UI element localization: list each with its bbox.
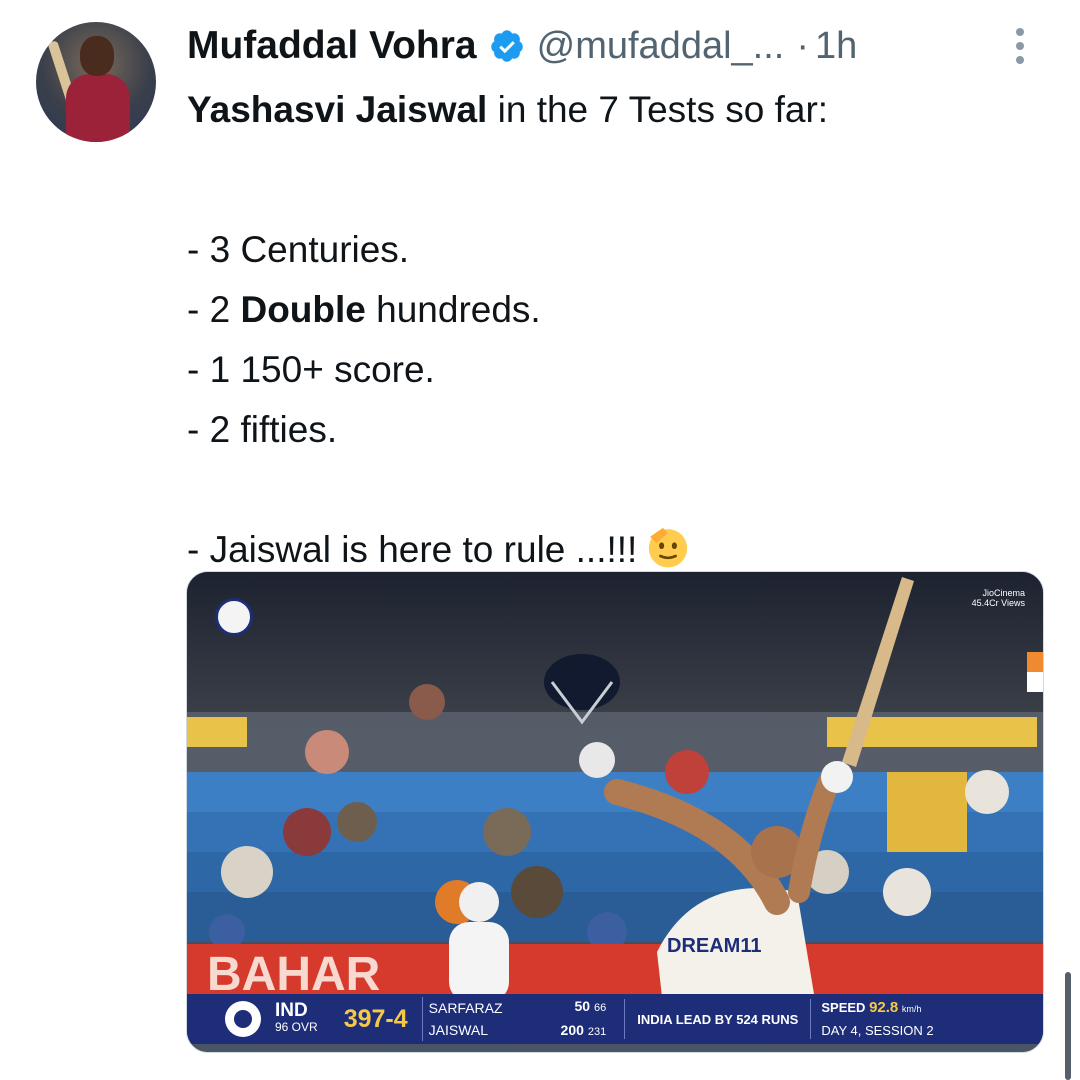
watermark-brand: JioCinema (982, 588, 1025, 598)
watermark-views: 45.4Cr Views (971, 598, 1025, 608)
tweet-line-rule-text: - Jaiswal is here to rule ...!!! (187, 529, 638, 570)
tweet-line-doubles: - 2 Double hundreds. (187, 280, 1047, 340)
tweet-timestamp[interactable]: 1h (815, 25, 857, 68)
lead-info: INDIA LEAD BY 524 RUNS (624, 999, 812, 1039)
saluting-face-icon (649, 527, 688, 568)
avatar-head-shape (80, 36, 114, 76)
tv-scorebar: IND 96 OVR 397-4 SARFARAZ JAISWAL 50 66 2… (187, 994, 1043, 1044)
team-name: IND (275, 1000, 308, 1021)
broadcaster-watermark: JioCinema 45.4Cr Views (972, 588, 1025, 608)
batter-runs: 50 66 200 231 (561, 995, 607, 1043)
bcci-logo-icon (215, 598, 253, 636)
tweet-header: Mufaddal Vohra @mufaddal_... · 1h (187, 18, 857, 74)
team-info: IND 96 OVR (275, 1000, 318, 1036)
batter-1-name: SARFARAZ (428, 1000, 503, 1016)
avatar-shirt-shape (66, 74, 130, 142)
batter-1-balls: 66 (594, 1002, 607, 1014)
player-name-bold: Yashasvi Jaiswal (187, 89, 488, 130)
overs: 96 OVR (275, 1020, 318, 1034)
speed-value: 92.8 (869, 999, 899, 1016)
batter-2-name: JAISWAL (428, 1022, 489, 1038)
doubles-bold: Double (240, 289, 366, 330)
team-score: 397-4 (343, 1004, 408, 1033)
day-session: DAY 4, SESSION 2 (821, 1023, 934, 1038)
tweet-line-1: Yashasvi Jaiswal in the 7 Tests so far: (187, 80, 1047, 140)
tweet-line-fifties: - 2 fifties. (187, 409, 338, 450)
tweet-line-centuries: - 3 Centuries. (187, 229, 410, 270)
scrollbar[interactable] (1065, 972, 1071, 1080)
tweet-line-1-rest: in the 7 Tests so far: (487, 89, 829, 130)
doubles-prefix: - 2 (187, 289, 241, 330)
batter-1-runs: 50 (574, 998, 591, 1014)
doubles-suffix: hundreds. (365, 289, 541, 330)
speed-label: SPEED (821, 1000, 866, 1015)
tweet-media-image[interactable]: BAHAR DREAM11 JioCinema 45.4Cr Views IND… (186, 571, 1044, 1053)
batter-2-runs: 200 (560, 1022, 584, 1038)
jersey-text: DREAM11 (667, 935, 761, 957)
tweet-text: Yashasvi Jaiswal in the 7 Tests so far: … (187, 80, 1047, 580)
author-name[interactable]: Mufaddal Vohra (187, 24, 477, 68)
verified-badge-icon (490, 30, 523, 62)
batter-names: SARFARAZ JAISWAL (421, 997, 503, 1041)
tweet-line-150: - 1 150+ score. (187, 349, 435, 390)
batter-2-balls: 231 (587, 1026, 607, 1038)
author-avatar[interactable] (36, 22, 156, 142)
team-emblem-icon (225, 1001, 261, 1037)
more-options-icon[interactable] (1010, 28, 1030, 68)
ball-speed: SPEED 92.8 km/h (821, 997, 933, 1020)
match-info: SPEED 92.8 km/h DAY 4, SESSION 2 (821, 997, 933, 1041)
stadium-celebration-scene: BAHAR DREAM11 (187, 572, 1043, 1052)
author-handle[interactable]: @mufaddal_... (537, 25, 785, 68)
speed-unit: km/h (901, 1004, 922, 1014)
header-separator: · (796, 24, 809, 67)
